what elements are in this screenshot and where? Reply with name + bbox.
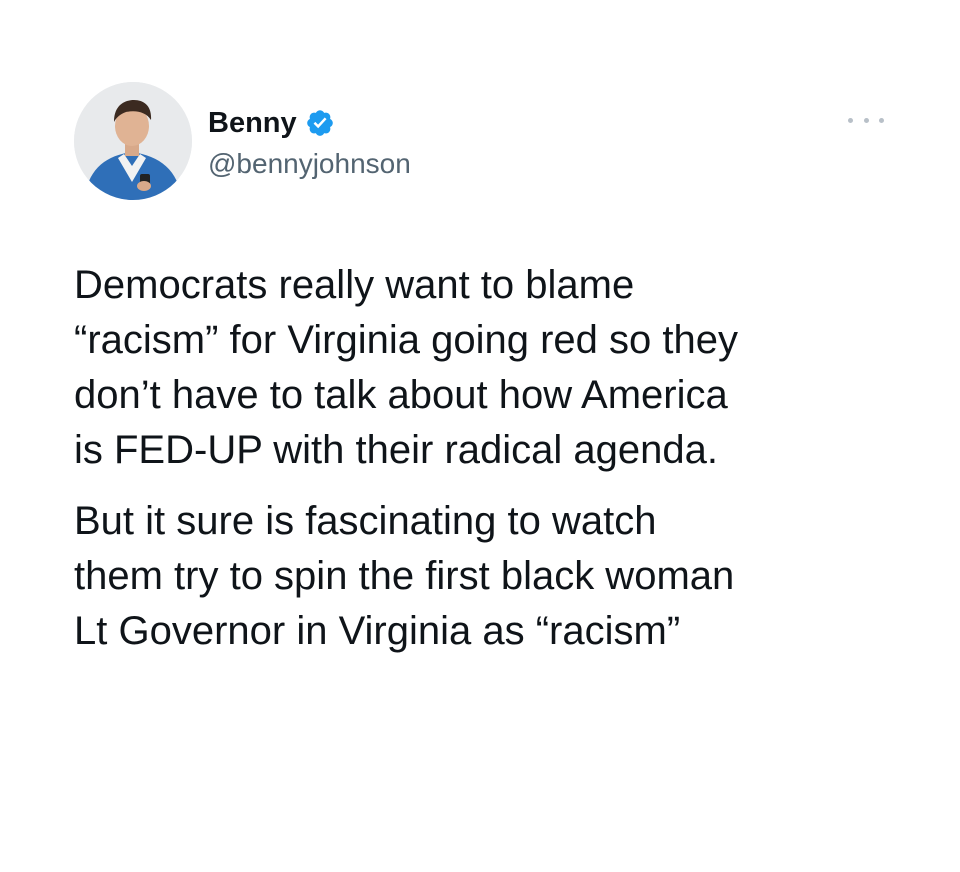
tweet-text: Democrats really want to blame “racism” …	[74, 258, 904, 659]
dot	[863, 117, 869, 123]
profile-photo-icon	[74, 82, 192, 200]
ellipsis-icon[interactable]	[846, 108, 886, 132]
dot	[879, 117, 884, 123]
display-name[interactable]: Benny	[208, 104, 297, 142]
tweet-card: Benny @bennyjohnson Democrats really wan…	[0, 0, 960, 872]
verified-badge-icon	[305, 108, 335, 138]
tweet-paragraph: Democrats really want to blame “racism” …	[74, 263, 738, 472]
tweet-paragraph: But it sure is fascinating to watch them…	[74, 499, 735, 653]
author-name-row: Benny	[208, 104, 335, 142]
avatar[interactable]	[74, 82, 192, 200]
user-handle[interactable]: @bennyjohnson	[208, 146, 411, 182]
dot	[848, 117, 853, 123]
